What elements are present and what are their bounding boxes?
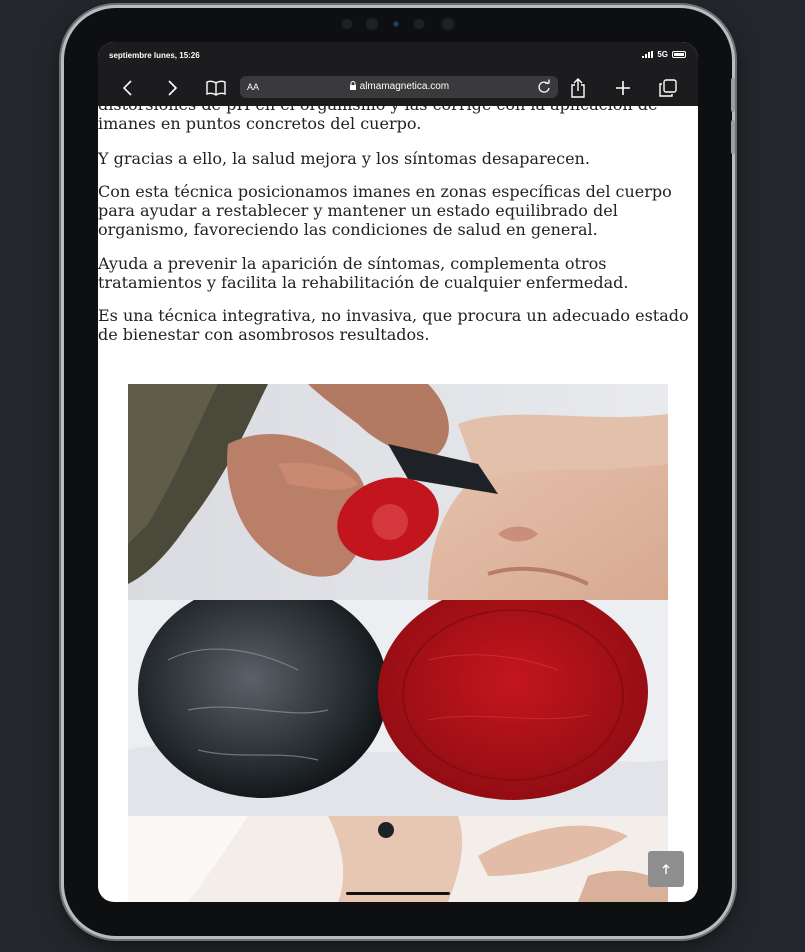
paragraph: Es una técnica integrativa, no invasiva,… — [98, 306, 689, 344]
magnet-on-face-image — [128, 384, 668, 600]
volume-button — [731, 120, 735, 154]
magnets-photo — [128, 600, 668, 816]
chevron-right-icon — [168, 80, 178, 96]
browser-toolbar: AA almamagnetica.com — [98, 68, 698, 106]
therapy-photo — [128, 384, 668, 600]
share-icon — [571, 78, 585, 98]
back-button[interactable] — [118, 78, 138, 98]
arrow-up-icon — [662, 864, 670, 874]
paragraph: Ayuda a prevenir la aparición de síntoma… — [98, 254, 629, 292]
neck-magnets-image — [128, 816, 668, 902]
book-icon — [206, 80, 226, 96]
page-content: distorsiones de pH en el organismo y las… — [98, 106, 698, 902]
status-time: septiembre lunes, 15:26 — [109, 51, 200, 60]
url-display: almamagnetica.com — [240, 81, 558, 92]
status-network: 5G — [642, 50, 686, 59]
forward-button[interactable] — [162, 78, 182, 98]
camera-bar — [341, 17, 461, 32]
paragraph: Y gracias a ello, la salud mejora y los … — [98, 149, 590, 168]
battery-icon — [672, 51, 686, 58]
scroll-to-top-button[interactable] — [648, 851, 684, 887]
paragraph: distorsiones de pH en el organismo y las… — [98, 106, 657, 133]
reload-icon[interactable] — [536, 79, 552, 95]
share-button[interactable] — [568, 78, 588, 98]
treatment-photo — [128, 816, 668, 902]
new-tab-button[interactable] — [613, 78, 633, 98]
url-text: almamagnetica.com — [359, 81, 450, 92]
plus-icon — [616, 81, 630, 95]
tabs-button[interactable] — [658, 78, 678, 98]
tabs-icon — [659, 79, 677, 97]
bookmarks-button[interactable] — [206, 78, 226, 98]
paragraph: Con esta técnica posicionamos imanes en … — [98, 182, 672, 239]
home-indicator — [346, 892, 450, 895]
chevron-left-icon — [122, 80, 132, 96]
volume-button — [731, 78, 735, 112]
magnets-closeup-image — [128, 600, 668, 816]
signal-icon — [642, 51, 654, 58]
status-bar: septiembre lunes, 15:26 5G — [98, 42, 698, 68]
network-label: 5G — [657, 50, 668, 59]
lock-icon — [349, 81, 356, 90]
screen: septiembre lunes, 15:26 5G AA almamagnet… — [98, 42, 698, 902]
address-bar[interactable]: AA almamagnetica.com — [240, 76, 558, 98]
